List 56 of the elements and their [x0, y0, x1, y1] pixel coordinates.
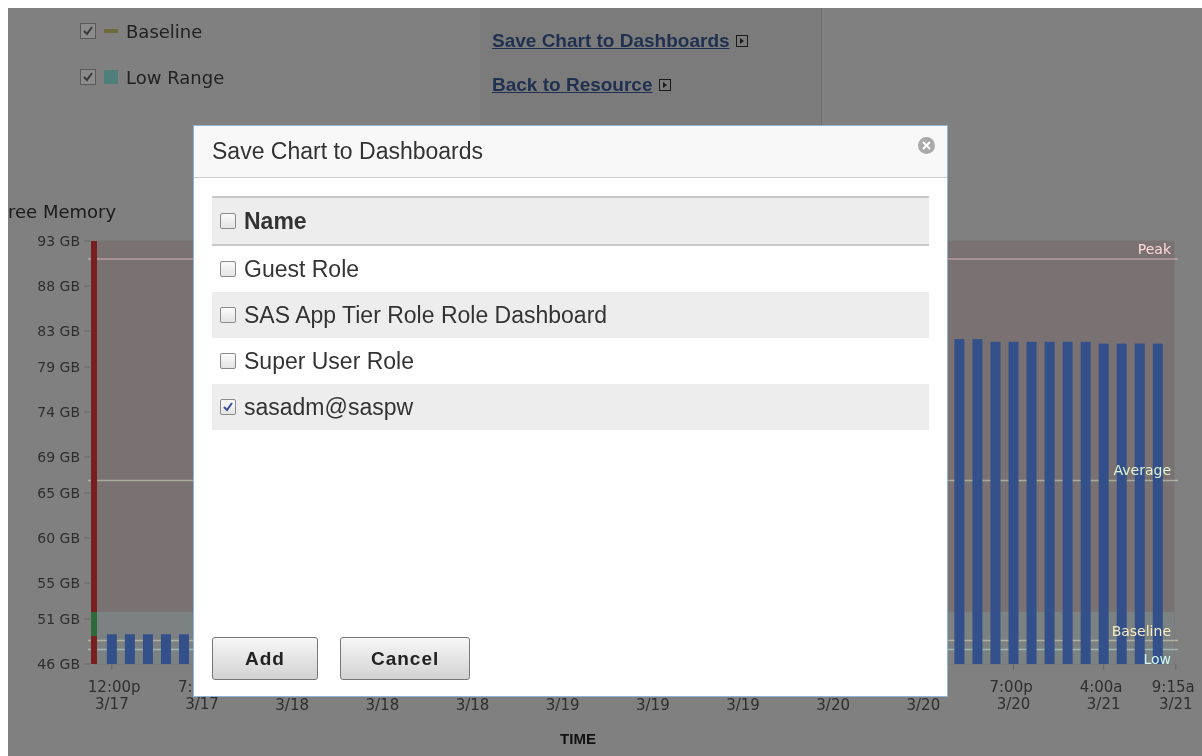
column-header: Name	[244, 207, 307, 235]
dashboard-name: SAS App Tier Role Role Dashboard	[244, 301, 608, 329]
add-button[interactable]: Add	[212, 637, 318, 680]
cancel-button[interactable]: Cancel	[339, 637, 471, 680]
x-axis-label: 3/18	[275, 696, 309, 714]
legend-checkbox[interactable]	[80, 69, 96, 85]
y-axis-label: 79 GB	[37, 359, 80, 375]
legend-checkbox[interactable]	[80, 23, 96, 39]
legend-label: Baseline	[126, 20, 203, 42]
x-axis-label: 3/20	[906, 696, 941, 714]
x-axis-label: 12:00p 3/17	[87, 678, 141, 713]
x-axis-label: 7:00p 3/20	[989, 678, 1033, 713]
x-axis-title: TIME	[560, 730, 596, 747]
x-axis-label: 3/19	[726, 696, 760, 714]
dashboard-name: Guest Role	[244, 255, 360, 283]
reference-label: Peak	[1137, 241, 1171, 257]
x-axis-label: 3/18	[365, 696, 400, 714]
bar	[124, 634, 135, 664]
bar	[142, 634, 153, 664]
row-checkbox[interactable]	[220, 307, 236, 323]
check-icon	[222, 401, 234, 413]
dashboard-name: Super User Role	[244, 347, 415, 375]
check-icon	[82, 25, 94, 37]
check-icon	[82, 71, 94, 83]
y-axis-label: 60 GB	[37, 530, 80, 546]
row-checkbox[interactable]	[220, 353, 236, 369]
reference-label: Average	[1113, 462, 1171, 479]
arrow-box-icon	[658, 79, 671, 91]
arrow-box-icon	[735, 35, 748, 47]
x-axis-label: 4:00a 3/21	[1079, 678, 1123, 713]
row-checkbox[interactable]	[220, 261, 236, 277]
y-axis-label: 69 GB	[37, 449, 80, 465]
y-axis-label: 93 GB	[37, 233, 80, 249]
bar	[178, 634, 189, 664]
dialog-title: Save Chart to Dashboards	[212, 138, 484, 165]
chart-title: ree Memory	[8, 201, 117, 222]
y-axis-label: 51 GB	[37, 611, 80, 627]
x-axis-label: 3/20	[816, 696, 850, 714]
legend-label: Low Range	[126, 66, 225, 88]
reference-label: Baseline	[1111, 622, 1171, 639]
x-axis-label: 7: 3/17	[178, 678, 219, 713]
close-icon[interactable]	[918, 137, 935, 154]
y-axis-label: 55 GB	[37, 575, 80, 591]
y-axis-label: 74 GB	[37, 404, 80, 420]
x-axis-label: 3/18	[455, 696, 490, 714]
x-axis-label: 3/19	[545, 696, 580, 714]
x-axis-label: 9:15a 3/21	[1151, 678, 1195, 713]
x-axis-label: 3/19	[636, 696, 670, 714]
y-axis-label: 88 GB	[37, 278, 80, 294]
bar	[160, 634, 171, 664]
y-axis-label: 46 GB	[37, 656, 80, 672]
row-checkbox[interactable]	[220, 399, 236, 415]
dashboard-name: sasadm@saspw	[244, 393, 414, 421]
y-axis-label: 83 GB	[37, 323, 80, 339]
select-all-checkbox[interactable]	[220, 213, 236, 229]
y-axis-label: 65 GB	[37, 485, 80, 501]
